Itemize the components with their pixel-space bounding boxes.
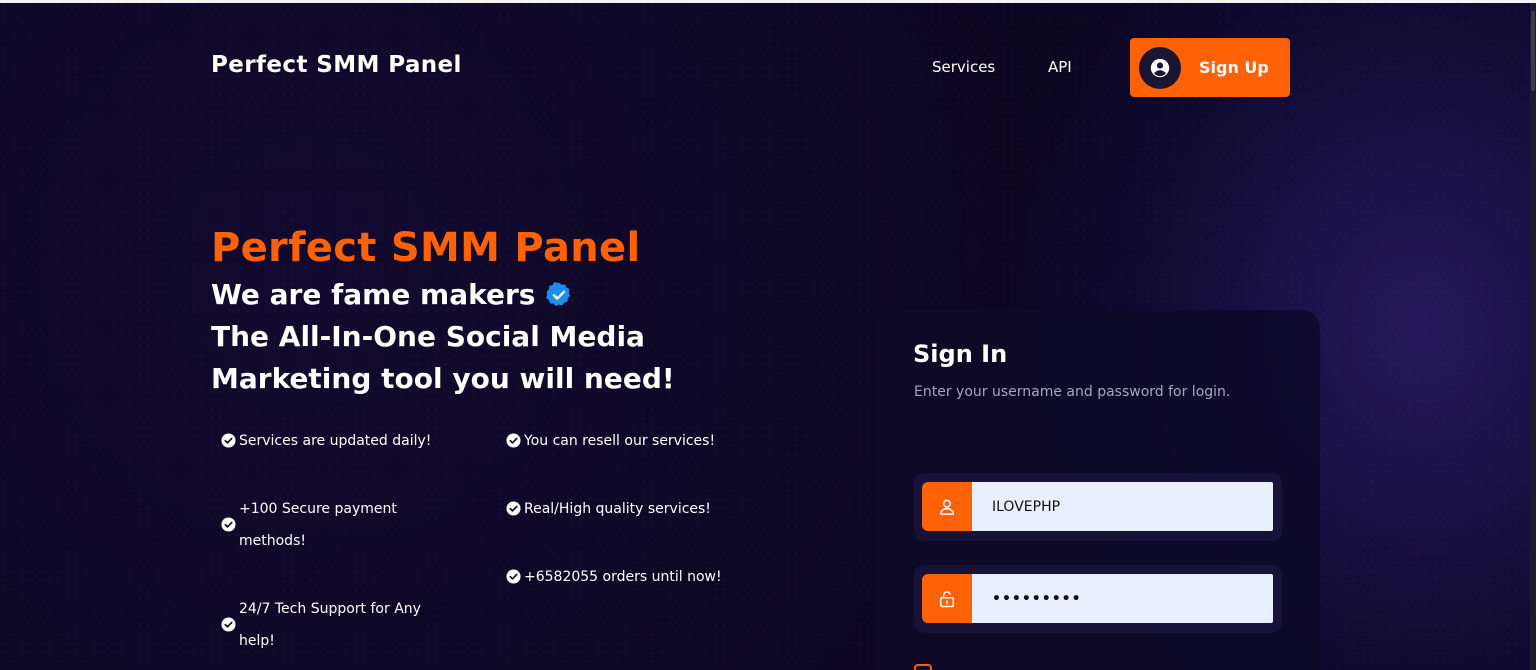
feature-item: +6582055 orders until now! [506, 561, 766, 593]
feature-text: Real/High quality services! [524, 501, 711, 517]
hero-tagline: We are fame makers [211, 274, 573, 316]
user-icon [922, 482, 972, 531]
feature-text: 24/7 Tech Support for Any help! [239, 601, 421, 649]
hero-tagline-text: We are fame makers [211, 278, 536, 311]
hero-title: Perfect SMM Panel [211, 225, 641, 271]
sign-in-title: Sign In [913, 340, 1008, 368]
nav-link-services[interactable]: Services [932, 58, 995, 76]
check-circle-icon [221, 433, 236, 448]
check-circle-icon [506, 569, 521, 584]
check-circle-icon [506, 501, 521, 516]
browser-top-edge [0, 0, 1536, 3]
feature-text: Services are updated daily! [239, 433, 432, 449]
scrollbar[interactable] [1530, 3, 1536, 670]
verified-badge-icon [545, 281, 573, 309]
feature-text: You can resell our services! [524, 433, 716, 449]
username-field [914, 473, 1282, 541]
brand-logo-text[interactable]: Perfect SMM Panel [211, 52, 462, 78]
feature-text: +6582055 orders until now! [524, 569, 722, 585]
feature-text: +100 Secure payment methods! [239, 501, 397, 549]
feature-item: +100 Secure payment methods! [221, 493, 421, 557]
hero-headline-line-2: The All-In-One Social Media [211, 320, 645, 353]
sign-in-subtitle: Enter your username and password for log… [914, 384, 1231, 400]
feature-item: 24/7 Tech Support for Any help! [221, 593, 441, 657]
sign-up-button[interactable]: Sign Up [1130, 38, 1290, 97]
nav-link-api[interactable]: API [1048, 58, 1072, 76]
feature-item: Real/High quality services! [506, 493, 766, 525]
check-circle-icon [506, 433, 521, 448]
lock-icon [922, 574, 972, 623]
user-circle-icon [1139, 46, 1181, 89]
check-circle-icon [221, 517, 236, 532]
username-input[interactable] [972, 482, 1273, 531]
check-circle-icon [221, 617, 236, 632]
password-field [914, 565, 1282, 633]
password-input[interactable] [972, 574, 1273, 623]
hero-headline-line-3: Marketing tool you will need! [211, 362, 675, 395]
feature-item: Services are updated daily! [221, 425, 481, 457]
remember-me-checkbox[interactable] [914, 664, 932, 670]
sign-up-label: Sign Up [1199, 58, 1269, 77]
feature-item: You can resell our services! [506, 425, 766, 457]
